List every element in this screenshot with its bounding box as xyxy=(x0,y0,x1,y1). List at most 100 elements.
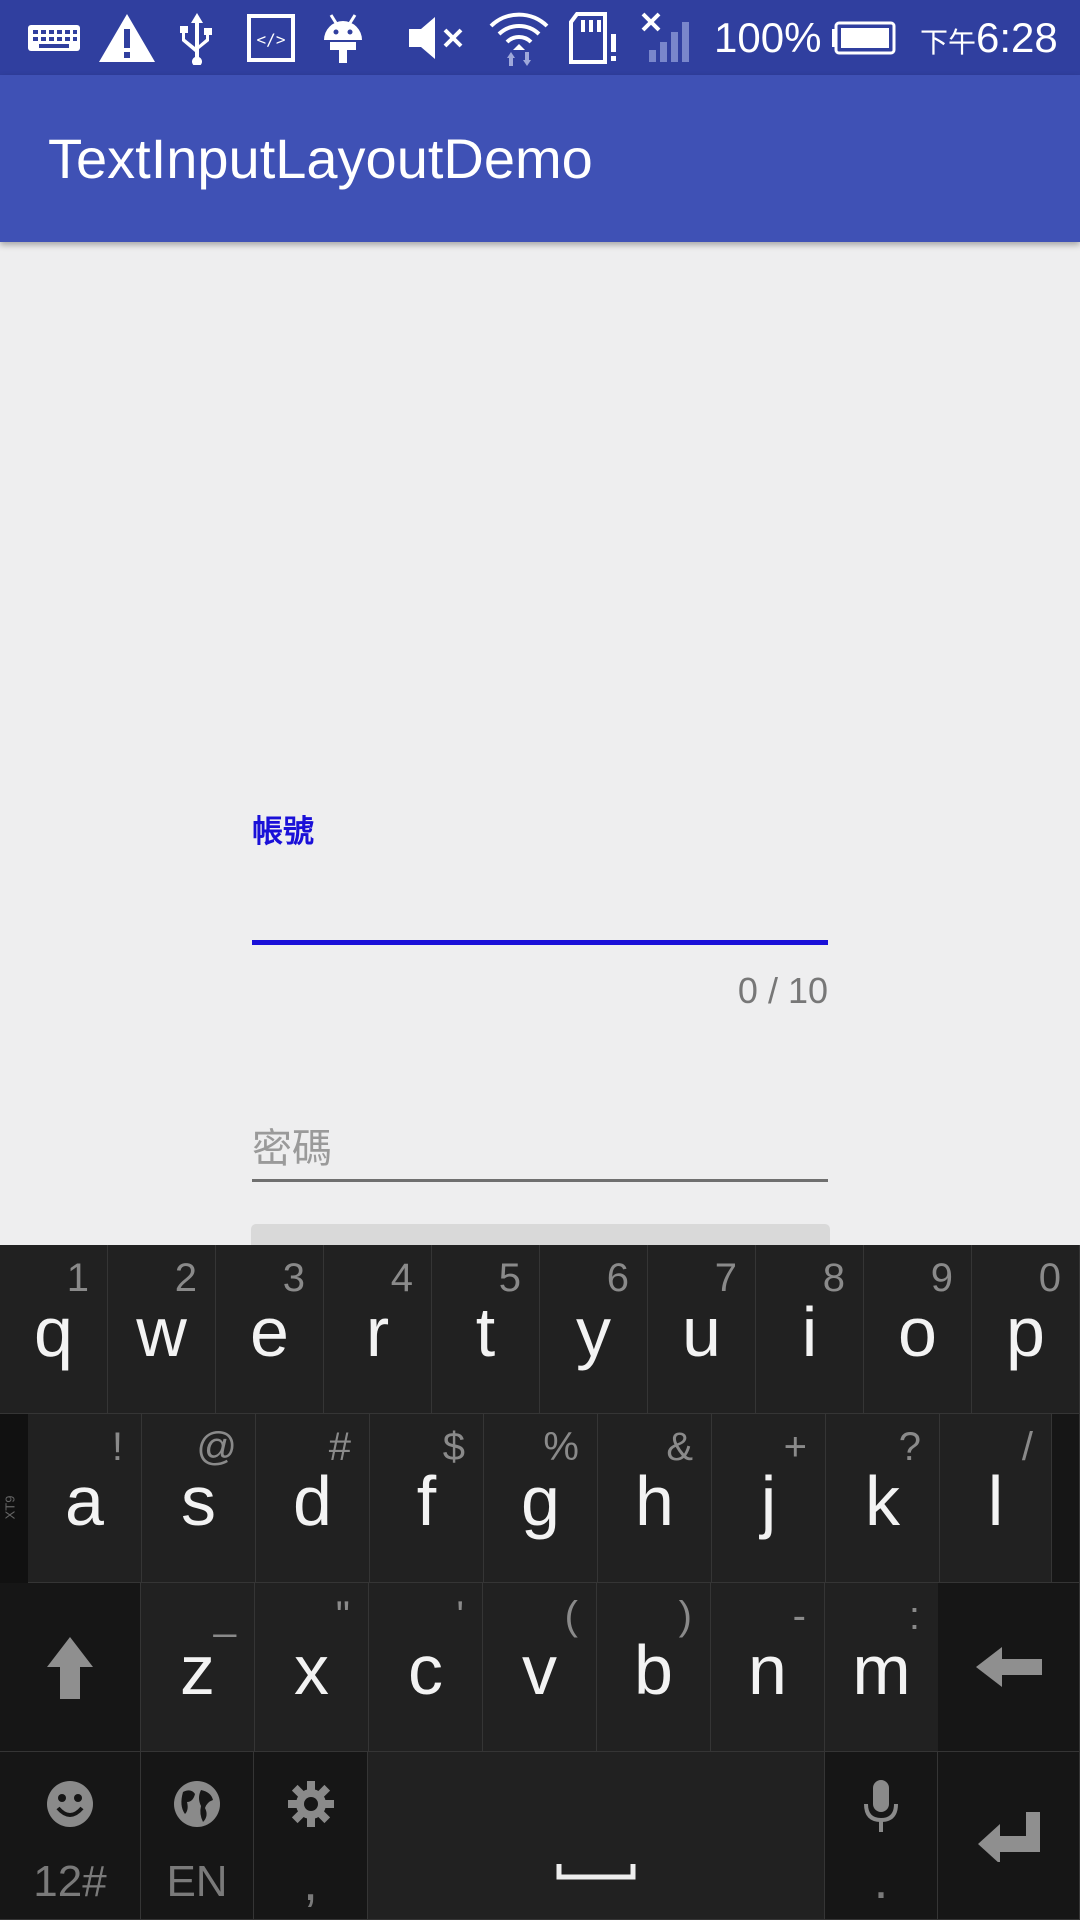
key-label: m xyxy=(852,1631,911,1709)
key-label: a xyxy=(65,1462,104,1540)
microphone-icon xyxy=(864,1780,898,1832)
emoji-symbols-key[interactable]: 12# xyxy=(0,1752,141,1920)
key-label: b xyxy=(634,1631,673,1709)
sd-card-alert-icon xyxy=(566,12,622,64)
app-title: TextInputLayoutDemo xyxy=(48,127,593,190)
key-label: e xyxy=(250,1293,289,1371)
key-r[interactable]: 4r xyxy=(324,1245,432,1414)
key-d[interactable]: # d xyxy=(256,1414,370,1583)
key-j[interactable]: + j xyxy=(712,1414,826,1583)
key-label: y xyxy=(576,1293,611,1371)
key-label: i xyxy=(801,1293,818,1371)
key-label: u xyxy=(682,1293,721,1371)
key-l[interactable]: / l xyxy=(940,1414,1052,1583)
key-label: o xyxy=(898,1293,937,1371)
key-label: q xyxy=(34,1293,73,1371)
key-label: f xyxy=(416,1462,437,1540)
code-icon: </> xyxy=(244,12,298,64)
key-label: w xyxy=(136,1293,187,1371)
clock-time: 6:28 xyxy=(976,14,1058,61)
battery-percentage: 100% xyxy=(714,14,822,61)
settings-comma-key[interactable]: , xyxy=(254,1752,368,1920)
backspace-icon xyxy=(975,1647,1042,1687)
key-p[interactable]: 0p xyxy=(972,1245,1080,1414)
language-key[interactable]: EN xyxy=(141,1752,254,1920)
key-label: g xyxy=(521,1462,560,1540)
password-input[interactable] xyxy=(252,1100,828,1180)
key-b[interactable]: ) b xyxy=(597,1583,711,1752)
key-label: r xyxy=(365,1293,390,1371)
key-label: z xyxy=(180,1631,215,1709)
status-bar: </> 100% 下午6:28 xyxy=(0,0,1080,75)
key-n[interactable]: -n xyxy=(711,1583,825,1752)
key-label: d xyxy=(293,1462,332,1540)
wifi-icon xyxy=(486,12,552,66)
key-label: v xyxy=(522,1631,557,1709)
key-o[interactable]: 9o xyxy=(864,1245,972,1414)
password-hint: 密碼 xyxy=(252,1126,332,1172)
key-e[interactable]: 3e xyxy=(216,1245,324,1414)
svg-text:</>: </> xyxy=(257,30,286,49)
key-w[interactable]: 2w xyxy=(108,1245,216,1414)
clock-period: 下午 xyxy=(920,27,977,58)
account-counter: 0 / 10 xyxy=(737,970,828,1011)
key-m[interactable]: :m xyxy=(825,1583,939,1752)
symbols-label: 12# xyxy=(33,1857,107,1906)
password-underline xyxy=(252,1179,828,1182)
account-label: 帳號 xyxy=(252,814,314,850)
no-signal-icon xyxy=(638,12,700,64)
key-label: l xyxy=(987,1462,1004,1540)
key-label: h xyxy=(635,1462,674,1540)
key-t[interactable]: 5t xyxy=(432,1245,540,1414)
keyboard-row-edge xyxy=(1052,1414,1080,1583)
period-label: . xyxy=(873,1850,889,1910)
android-icon xyxy=(318,12,368,64)
shift-key[interactable] xyxy=(0,1583,141,1752)
key-label: k xyxy=(865,1462,900,1540)
key-x[interactable]: " x xyxy=(255,1583,369,1752)
key-f[interactable]: $ f xyxy=(370,1414,484,1583)
key-g[interactable]: % g xyxy=(484,1414,598,1583)
comma-label: , xyxy=(302,1852,318,1912)
gear-icon xyxy=(287,1781,334,1827)
key-h[interactable]: & h xyxy=(598,1414,712,1583)
voice-period-key[interactable]: . xyxy=(825,1752,938,1920)
key-k[interactable]: ? k xyxy=(826,1414,940,1583)
battery-icon xyxy=(830,12,896,64)
account-input[interactable] xyxy=(252,850,828,942)
emoji-icon xyxy=(47,1781,93,1827)
key-v[interactable]: (v xyxy=(483,1583,597,1752)
key-label: p xyxy=(1006,1293,1045,1371)
space-icon xyxy=(556,1864,636,1880)
key-a[interactable]: ! a xyxy=(28,1414,142,1583)
backspace-key[interactable] xyxy=(938,1583,1080,1752)
mute-icon xyxy=(404,12,468,64)
key-c[interactable]: ' c xyxy=(369,1583,483,1752)
warning-icon xyxy=(96,12,158,64)
key-y[interactable]: 6y xyxy=(540,1245,648,1414)
shift-icon xyxy=(47,1637,93,1699)
usb-icon xyxy=(172,12,222,65)
account-underline xyxy=(252,940,828,945)
enter-key[interactable] xyxy=(938,1752,1080,1920)
key-label: n xyxy=(748,1631,787,1709)
key-label: x xyxy=(294,1631,329,1709)
app-bar: TextInputLayoutDemo xyxy=(0,75,1080,242)
login-button[interactable] xyxy=(251,1224,830,1246)
clock: 下午6:28 xyxy=(920,12,1058,64)
key-q[interactable]: 1q xyxy=(0,1245,108,1414)
key-label: j xyxy=(760,1462,777,1540)
key-label: s xyxy=(181,1462,216,1540)
key-s[interactable]: @ s xyxy=(142,1414,256,1583)
key-i[interactable]: 8i xyxy=(756,1245,864,1414)
key-u[interactable]: 7u xyxy=(648,1245,756,1414)
globe-icon xyxy=(174,1781,220,1827)
space-key[interactable] xyxy=(368,1752,825,1920)
key-label: t xyxy=(475,1293,496,1371)
enter-icon xyxy=(977,1812,1040,1862)
key-label: c xyxy=(408,1631,443,1709)
xt9-label: XT9 xyxy=(2,1495,18,1520)
keyboard-icon xyxy=(26,12,82,64)
language-label: EN xyxy=(166,1857,228,1906)
key-z[interactable]: _ z xyxy=(141,1583,255,1752)
